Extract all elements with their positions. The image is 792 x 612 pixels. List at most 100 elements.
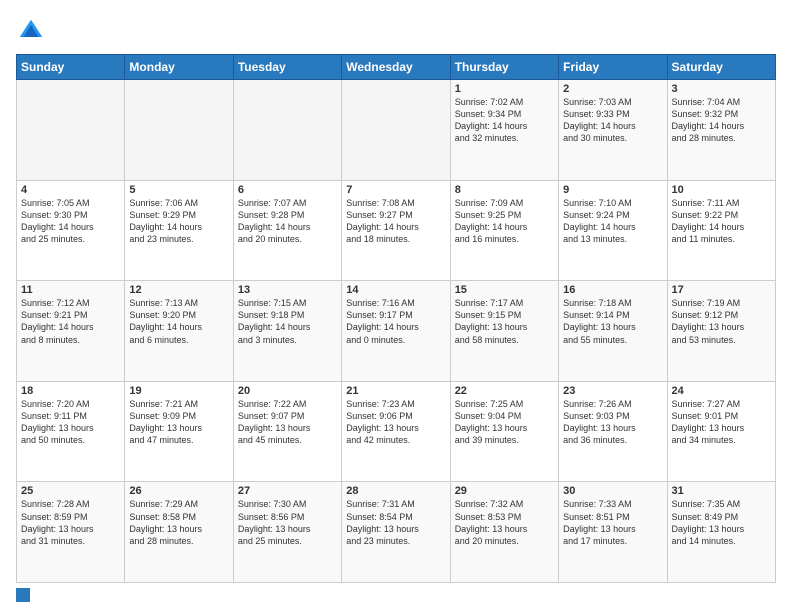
day-number: 26 (129, 485, 228, 497)
day-number: 1 (455, 83, 554, 95)
calendar-header: SundayMondayTuesdayWednesdayThursdayFrid… (17, 55, 776, 80)
header-cell-saturday: Saturday (667, 55, 775, 80)
logo-icon (16, 16, 46, 46)
day-info: Sunrise: 7:19 AM Sunset: 9:12 PM Dayligh… (672, 297, 771, 346)
day-cell: 3Sunrise: 7:04 AM Sunset: 9:32 PM Daylig… (667, 80, 775, 181)
header-cell-sunday: Sunday (17, 55, 125, 80)
day-info: Sunrise: 7:29 AM Sunset: 8:58 PM Dayligh… (129, 498, 228, 547)
day-number: 28 (346, 485, 445, 497)
day-cell: 7Sunrise: 7:08 AM Sunset: 9:27 PM Daylig… (342, 180, 450, 281)
day-info: Sunrise: 7:05 AM Sunset: 9:30 PM Dayligh… (21, 197, 120, 246)
day-number: 9 (563, 184, 662, 196)
day-number: 20 (238, 385, 337, 397)
day-info: Sunrise: 7:08 AM Sunset: 9:27 PM Dayligh… (346, 197, 445, 246)
day-cell: 20Sunrise: 7:22 AM Sunset: 9:07 PM Dayli… (233, 381, 341, 482)
day-cell: 8Sunrise: 7:09 AM Sunset: 9:25 PM Daylig… (450, 180, 558, 281)
day-cell: 19Sunrise: 7:21 AM Sunset: 9:09 PM Dayli… (125, 381, 233, 482)
day-cell: 4Sunrise: 7:05 AM Sunset: 9:30 PM Daylig… (17, 180, 125, 281)
day-number: 25 (21, 485, 120, 497)
day-info: Sunrise: 7:31 AM Sunset: 8:54 PM Dayligh… (346, 498, 445, 547)
day-info: Sunrise: 7:28 AM Sunset: 8:59 PM Dayligh… (21, 498, 120, 547)
day-cell: 11Sunrise: 7:12 AM Sunset: 9:21 PM Dayli… (17, 281, 125, 382)
day-cell: 13Sunrise: 7:15 AM Sunset: 9:18 PM Dayli… (233, 281, 341, 382)
day-number: 29 (455, 485, 554, 497)
calendar-table: SundayMondayTuesdayWednesdayThursdayFrid… (16, 54, 776, 583)
day-info: Sunrise: 7:16 AM Sunset: 9:17 PM Dayligh… (346, 297, 445, 346)
day-cell: 25Sunrise: 7:28 AM Sunset: 8:59 PM Dayli… (17, 482, 125, 583)
day-cell: 6Sunrise: 7:07 AM Sunset: 9:28 PM Daylig… (233, 180, 341, 281)
day-cell: 23Sunrise: 7:26 AM Sunset: 9:03 PM Dayli… (559, 381, 667, 482)
day-number: 4 (21, 184, 120, 196)
day-info: Sunrise: 7:33 AM Sunset: 8:51 PM Dayligh… (563, 498, 662, 547)
day-cell: 28Sunrise: 7:31 AM Sunset: 8:54 PM Dayli… (342, 482, 450, 583)
day-number: 10 (672, 184, 771, 196)
day-info: Sunrise: 7:10 AM Sunset: 9:24 PM Dayligh… (563, 197, 662, 246)
day-cell (342, 80, 450, 181)
day-number: 11 (21, 284, 120, 296)
day-info: Sunrise: 7:22 AM Sunset: 9:07 PM Dayligh… (238, 398, 337, 447)
day-number: 23 (563, 385, 662, 397)
day-info: Sunrise: 7:02 AM Sunset: 9:34 PM Dayligh… (455, 96, 554, 145)
day-number: 8 (455, 184, 554, 196)
day-info: Sunrise: 7:26 AM Sunset: 9:03 PM Dayligh… (563, 398, 662, 447)
day-info: Sunrise: 7:32 AM Sunset: 8:53 PM Dayligh… (455, 498, 554, 547)
day-number: 7 (346, 184, 445, 196)
day-info: Sunrise: 7:17 AM Sunset: 9:15 PM Dayligh… (455, 297, 554, 346)
week-row-1: 4Sunrise: 7:05 AM Sunset: 9:30 PM Daylig… (17, 180, 776, 281)
day-cell: 31Sunrise: 7:35 AM Sunset: 8:49 PM Dayli… (667, 482, 775, 583)
day-info: Sunrise: 7:18 AM Sunset: 9:14 PM Dayligh… (563, 297, 662, 346)
day-info: Sunrise: 7:20 AM Sunset: 9:11 PM Dayligh… (21, 398, 120, 447)
day-number: 17 (672, 284, 771, 296)
day-number: 12 (129, 284, 228, 296)
day-info: Sunrise: 7:07 AM Sunset: 9:28 PM Dayligh… (238, 197, 337, 246)
day-cell: 1Sunrise: 7:02 AM Sunset: 9:34 PM Daylig… (450, 80, 558, 181)
day-number: 15 (455, 284, 554, 296)
page: SundayMondayTuesdayWednesdayThursdayFrid… (0, 0, 792, 612)
day-number: 31 (672, 485, 771, 497)
day-number: 22 (455, 385, 554, 397)
day-info: Sunrise: 7:12 AM Sunset: 9:21 PM Dayligh… (21, 297, 120, 346)
calendar-body: 1Sunrise: 7:02 AM Sunset: 9:34 PM Daylig… (17, 80, 776, 583)
day-cell: 17Sunrise: 7:19 AM Sunset: 9:12 PM Dayli… (667, 281, 775, 382)
week-row-3: 18Sunrise: 7:20 AM Sunset: 9:11 PM Dayli… (17, 381, 776, 482)
day-info: Sunrise: 7:23 AM Sunset: 9:06 PM Dayligh… (346, 398, 445, 447)
day-cell: 10Sunrise: 7:11 AM Sunset: 9:22 PM Dayli… (667, 180, 775, 281)
day-number: 21 (346, 385, 445, 397)
day-info: Sunrise: 7:09 AM Sunset: 9:25 PM Dayligh… (455, 197, 554, 246)
legend (16, 588, 776, 602)
day-info: Sunrise: 7:35 AM Sunset: 8:49 PM Dayligh… (672, 498, 771, 547)
day-number: 16 (563, 284, 662, 296)
week-row-0: 1Sunrise: 7:02 AM Sunset: 9:34 PM Daylig… (17, 80, 776, 181)
day-cell: 18Sunrise: 7:20 AM Sunset: 9:11 PM Dayli… (17, 381, 125, 482)
header-cell-monday: Monday (125, 55, 233, 80)
day-number: 30 (563, 485, 662, 497)
day-info: Sunrise: 7:04 AM Sunset: 9:32 PM Dayligh… (672, 96, 771, 145)
week-row-2: 11Sunrise: 7:12 AM Sunset: 9:21 PM Dayli… (17, 281, 776, 382)
week-row-4: 25Sunrise: 7:28 AM Sunset: 8:59 PM Dayli… (17, 482, 776, 583)
header (16, 16, 776, 46)
day-number: 3 (672, 83, 771, 95)
day-info: Sunrise: 7:27 AM Sunset: 9:01 PM Dayligh… (672, 398, 771, 447)
day-info: Sunrise: 7:11 AM Sunset: 9:22 PM Dayligh… (672, 197, 771, 246)
day-cell: 16Sunrise: 7:18 AM Sunset: 9:14 PM Dayli… (559, 281, 667, 382)
day-cell (125, 80, 233, 181)
legend-color-box (16, 588, 30, 602)
day-number: 2 (563, 83, 662, 95)
day-info: Sunrise: 7:06 AM Sunset: 9:29 PM Dayligh… (129, 197, 228, 246)
day-info: Sunrise: 7:21 AM Sunset: 9:09 PM Dayligh… (129, 398, 228, 447)
day-info: Sunrise: 7:15 AM Sunset: 9:18 PM Dayligh… (238, 297, 337, 346)
day-number: 13 (238, 284, 337, 296)
day-cell (233, 80, 341, 181)
header-row: SundayMondayTuesdayWednesdayThursdayFrid… (17, 55, 776, 80)
day-cell: 26Sunrise: 7:29 AM Sunset: 8:58 PM Dayli… (125, 482, 233, 583)
header-cell-tuesday: Tuesday (233, 55, 341, 80)
day-cell: 12Sunrise: 7:13 AM Sunset: 9:20 PM Dayli… (125, 281, 233, 382)
day-cell: 27Sunrise: 7:30 AM Sunset: 8:56 PM Dayli… (233, 482, 341, 583)
day-number: 27 (238, 485, 337, 497)
day-cell: 14Sunrise: 7:16 AM Sunset: 9:17 PM Dayli… (342, 281, 450, 382)
day-cell: 29Sunrise: 7:32 AM Sunset: 8:53 PM Dayli… (450, 482, 558, 583)
day-cell: 30Sunrise: 7:33 AM Sunset: 8:51 PM Dayli… (559, 482, 667, 583)
day-info: Sunrise: 7:13 AM Sunset: 9:20 PM Dayligh… (129, 297, 228, 346)
day-cell: 2Sunrise: 7:03 AM Sunset: 9:33 PM Daylig… (559, 80, 667, 181)
day-number: 19 (129, 385, 228, 397)
